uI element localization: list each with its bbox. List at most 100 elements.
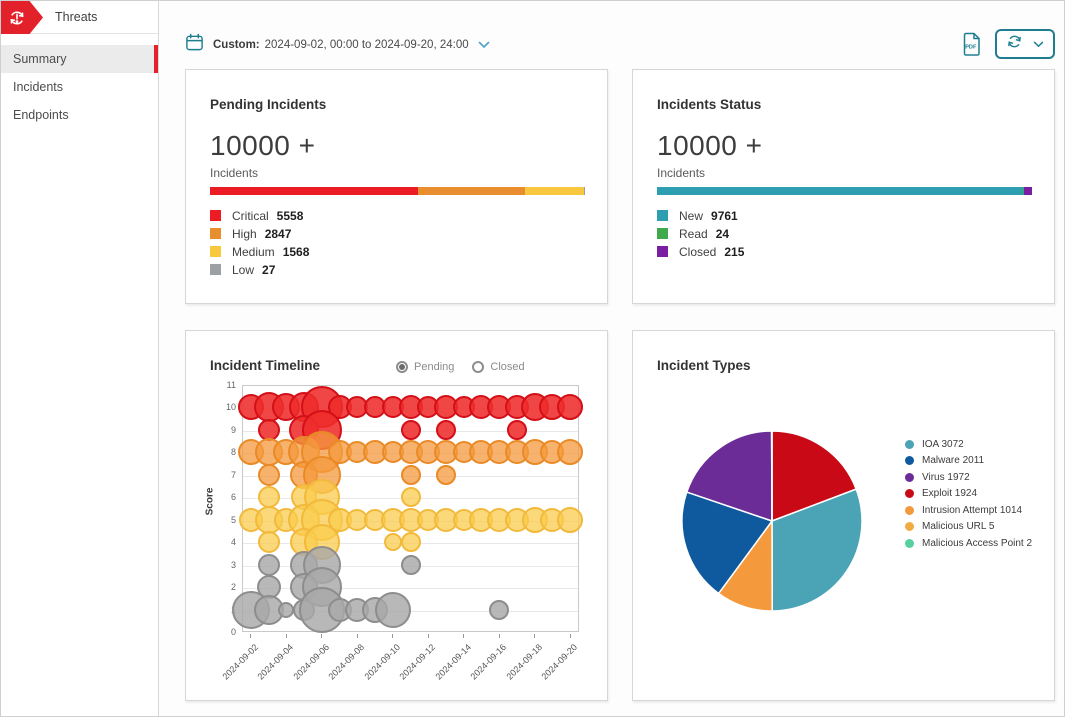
y-tick-label: 5 [212, 515, 236, 525]
x-tick [499, 634, 500, 638]
legend-value: 215 [724, 245, 744, 259]
sidebar: Threats Summary Incidents Endpoints [1, 1, 159, 716]
legend-item-new: New 9761 [657, 209, 744, 222]
y-tick-label: 4 [212, 537, 236, 547]
radio-closed[interactable]: Closed [472, 361, 524, 373]
bubble-high-score7 [401, 465, 421, 485]
threat-alert-icon [1, 1, 43, 34]
legend-label: Malicious URL 5 [922, 521, 994, 532]
bar-segment-medium [525, 187, 584, 195]
x-tick [357, 634, 358, 638]
bubble-high-score8 [557, 439, 583, 465]
sidebar-item-endpoints[interactable]: Endpoints [1, 101, 158, 129]
radio-circle-icon [396, 361, 408, 373]
bubble-critical-score9 [401, 420, 421, 440]
legend-item-low: Low27 [210, 263, 309, 276]
panel-title: Incident Types [657, 358, 751, 373]
refresh-icon [1006, 33, 1023, 55]
radio-label: Closed [490, 361, 524, 373]
threats-dashboard: Threats Summary Incidents Endpoints Cust… [0, 0, 1065, 717]
bubble-critical-score9 [507, 420, 527, 440]
radio-pending[interactable]: Pending [396, 361, 454, 373]
bar-segment-high [418, 187, 525, 195]
incident-types-pie-chart [680, 429, 864, 613]
legend-value: 2847 [265, 227, 292, 241]
y-tick-label: 9 [212, 425, 236, 435]
bubble-medium-score4 [401, 532, 421, 552]
bubble-low-score3 [401, 555, 421, 575]
bubble-medium-score6 [258, 486, 280, 508]
legend-label: Malicious Access Point 2 [922, 538, 1032, 549]
bubble-high-score7 [436, 465, 456, 485]
sidebar-header: Threats [1, 1, 158, 34]
bubble-low-score1 [278, 602, 294, 618]
x-tick [534, 634, 535, 638]
pie-legend-item-ioa: IOA 3072 [905, 439, 1032, 450]
incident-types-legend: IOA 3072 Malware 2011 Virus 1972 Exploit 19… [905, 439, 1032, 549]
sidebar-item-incidents[interactable]: Incidents [1, 73, 158, 101]
legend-swatch [657, 210, 668, 221]
bar-segment-new [657, 187, 1023, 195]
y-tick-label: 10 [212, 402, 236, 412]
legend-label: Low [232, 263, 254, 277]
legend-dot [905, 522, 914, 531]
timeline-filter-radios: Pending Closed [396, 361, 525, 373]
legend-label: Malware 2011 [922, 455, 984, 466]
legend-swatch [657, 228, 668, 239]
pdf-icon-label: PDF [965, 45, 977, 51]
legend-value: 1568 [283, 245, 310, 259]
legend-item-critical: Critical 5558 [210, 209, 309, 222]
sidebar-item-summary[interactable]: Summary [1, 45, 158, 73]
bubble-medium-score4 [258, 531, 280, 553]
legend-label: High [232, 227, 257, 241]
date-range-selector[interactable]: Custom: 2024-09-02, 00:00 to 2024-09-20,… [185, 34, 490, 56]
legend-value: 5558 [277, 209, 304, 223]
y-tick-label: 3 [212, 560, 236, 570]
legend-label: New [679, 209, 703, 223]
pie-legend-item-malware: Malware 2011 [905, 456, 1032, 467]
bubble-low-score1 [375, 592, 411, 628]
legend-dot [905, 473, 914, 482]
sidebar-nav: Summary Incidents Endpoints [1, 34, 158, 129]
bar-segment-low [584, 187, 585, 195]
status-count-label: Incidents [657, 166, 705, 180]
sidebar-title: Threats [55, 1, 97, 34]
pending-severity-bar [210, 187, 585, 195]
refresh-dropdown-chevron-icon[interactable] [1033, 35, 1044, 53]
incident-types-panel: Incident Types IOA 3072 Malware 2011 Virus… [632, 330, 1055, 701]
legend-value: 9761 [711, 209, 738, 223]
incidents-status-bar [657, 187, 1032, 195]
panel-title: Pending Incidents [210, 97, 326, 112]
legend-label: Virus 1972 [922, 472, 970, 483]
legend-value: 24 [716, 227, 729, 241]
x-tick [250, 634, 251, 638]
calendar-icon [185, 33, 204, 57]
pending-incidents-panel: Pending Incidents 10000 + Incidents Crit… [185, 69, 608, 304]
incidents-status-legend: New9761Read24Closed215 [657, 209, 744, 258]
legend-dot [905, 539, 914, 548]
legend-swatch [657, 246, 668, 257]
legend-label: Critical [232, 209, 269, 223]
legend-item-medium: Medium1568 [210, 245, 309, 258]
pie-legend-item-malicious-access-point: Malicious Access Point 2 [905, 538, 1032, 549]
legend-label: Intrusion Attempt 1014 [922, 505, 1022, 516]
bubble-critical-score10 [557, 394, 583, 420]
legend-item-closed: Closed215 [657, 245, 744, 258]
legend-swatch [210, 246, 221, 257]
legend-dot [905, 440, 914, 449]
y-tick-label: 8 [212, 447, 236, 457]
y-tick-label: 2 [212, 582, 236, 592]
x-tick [392, 634, 393, 638]
legend-dot [905, 506, 914, 515]
legend-item-high: High 2847 [210, 227, 309, 240]
legend-dot [905, 489, 914, 498]
bubble-low-score1 [489, 600, 509, 620]
bubble-high-score7 [258, 464, 280, 486]
pie-legend-item-exploit: Exploit 1924 [905, 489, 1032, 500]
date-type-label: Custom: [213, 39, 260, 51]
radio-circle-icon [472, 361, 484, 373]
status-incidents-count: 10000 + [657, 130, 763, 162]
panel-title: Incidents Status [657, 97, 761, 112]
refresh-button[interactable] [995, 29, 1055, 59]
export-pdf-button[interactable]: PDF [962, 32, 983, 61]
